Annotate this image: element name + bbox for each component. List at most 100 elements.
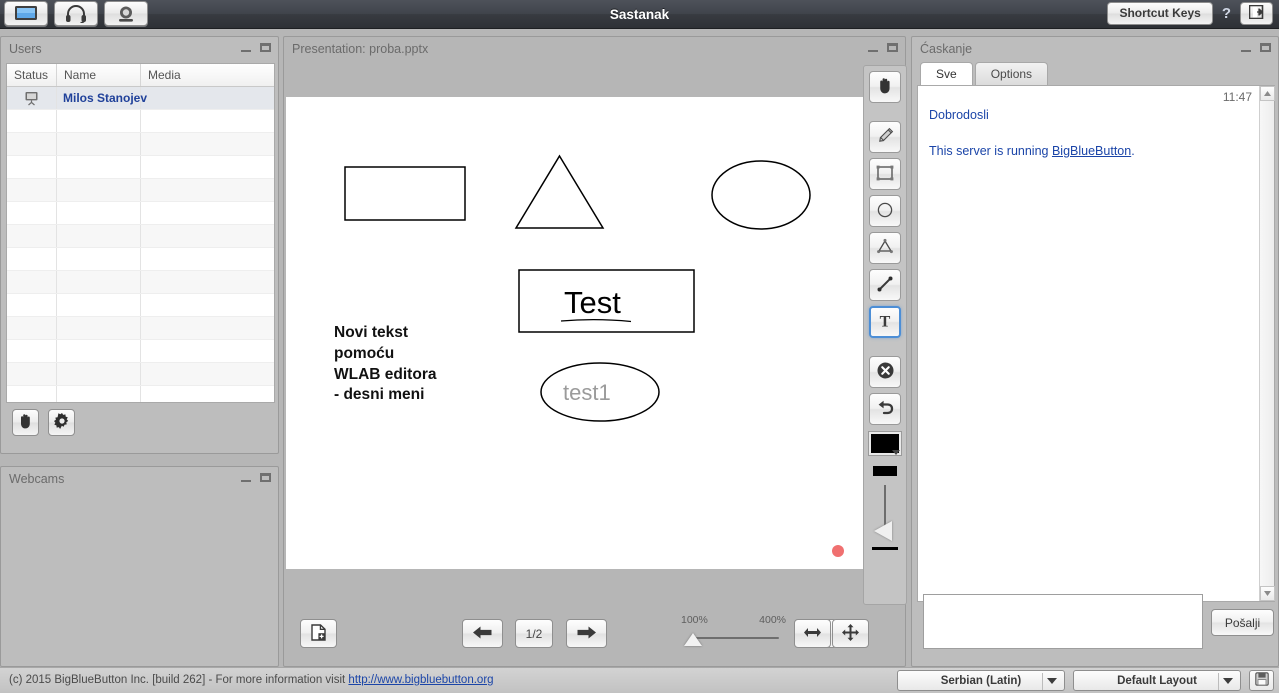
undo-tool[interactable] — [869, 393, 901, 425]
audio-button[interactable] — [54, 1, 98, 26]
whiteboard-toolbar: T — [863, 65, 907, 605]
presentation-panel-header: Presentation: proba.pptx — [284, 37, 905, 62]
presentation-title: Presentation: proba.pptx — [292, 42, 429, 56]
cell-media — [141, 317, 274, 339]
save-layout-button[interactable] — [1249, 670, 1274, 691]
svg-text:T: T — [880, 313, 891, 330]
save-layout-icon — [1254, 672, 1269, 689]
table-row[interactable] — [7, 202, 274, 225]
webcam-button[interactable] — [104, 1, 148, 26]
hand-icon — [877, 77, 893, 97]
table-row[interactable] — [7, 179, 274, 202]
shortcut-keys-button[interactable]: Shortcut Keys — [1107, 2, 1213, 25]
table-row[interactable] — [7, 340, 274, 363]
table-row[interactable] — [7, 156, 274, 179]
logout-button[interactable] — [1240, 2, 1273, 25]
gear-icon — [53, 413, 70, 432]
scroll-up-icon[interactable] — [1260, 86, 1275, 101]
line-tool[interactable] — [869, 269, 901, 301]
wb-triangle — [514, 154, 605, 229]
maximize-icon[interactable] — [260, 43, 271, 52]
chat-input[interactable] — [923, 594, 1203, 649]
raise-hand-button[interactable] — [12, 409, 39, 436]
scroll-down-icon[interactable] — [1260, 586, 1275, 601]
column-header-status: Status — [7, 64, 57, 86]
cell-status — [7, 133, 57, 155]
help-icon[interactable]: ? — [1222, 5, 1231, 22]
cell-name — [57, 179, 141, 201]
chat-message-list[interactable]: 11:47 Dobrodosli This server is running … — [917, 85, 1275, 602]
triangle-tool[interactable] — [869, 232, 901, 264]
cell-name — [57, 386, 141, 402]
tab-options[interactable]: Options — [974, 62, 1049, 85]
color-picker[interactable] — [868, 431, 902, 456]
table-row[interactable]: Milos Stanojev — [7, 87, 274, 110]
ellipse-tool[interactable] — [869, 195, 901, 227]
table-row[interactable] — [7, 294, 274, 317]
pencil-tool[interactable] — [869, 121, 901, 153]
zoom-slider[interactable] — [681, 633, 786, 646]
previous-slide-button[interactable] — [462, 619, 503, 648]
layout-select[interactable]: Default Layout — [1073, 670, 1241, 691]
arrow-left-icon — [472, 625, 493, 643]
thickness-slider[interactable] — [870, 485, 900, 541]
divider — [1042, 673, 1043, 690]
table-row[interactable] — [7, 110, 274, 133]
wb-text-test: Test — [564, 285, 621, 320]
text-tool[interactable]: T — [869, 306, 901, 338]
maximize-icon[interactable] — [887, 43, 898, 52]
upload-presentation-button[interactable] — [300, 619, 337, 648]
table-row[interactable] — [7, 225, 274, 248]
cell-name: Milos Stanojev — [57, 87, 147, 109]
chat-scrollbar[interactable] — [1259, 86, 1275, 601]
clear-tool[interactable] — [869, 356, 901, 388]
chat-tabs: Sve Options — [920, 62, 1050, 85]
next-slide-button[interactable] — [566, 619, 607, 648]
clear-x-icon — [876, 361, 895, 383]
ellipse-icon — [876, 201, 894, 222]
logout-icon — [1248, 4, 1264, 22]
screenshare-button[interactable] — [4, 1, 48, 26]
cell-name — [57, 340, 141, 362]
tab-sve[interactable]: Sve — [920, 62, 973, 85]
fit-page-button[interactable] — [832, 619, 869, 648]
pan-tool[interactable] — [869, 71, 901, 103]
chat-panel-title: Ćaskanje — [920, 42, 973, 56]
bigbluebutton-link[interactable]: BigBlueButton — [1052, 144, 1131, 158]
table-row[interactable] — [7, 363, 274, 386]
cell-name — [57, 294, 141, 316]
table-row[interactable] — [7, 317, 274, 340]
table-row[interactable] — [7, 248, 274, 271]
cell-media — [141, 248, 274, 270]
webcam-icon — [115, 5, 137, 23]
language-select[interactable]: Serbian (Latin) — [897, 670, 1065, 691]
bigbluebutton-website-link[interactable]: http://www.bigbluebutton.org — [348, 674, 493, 686]
chat-timestamp: 11:47 — [1222, 90, 1252, 104]
cell-name — [57, 133, 141, 155]
fit-width-button[interactable] — [794, 619, 831, 648]
table-row[interactable] — [7, 133, 274, 156]
cell-name — [57, 363, 141, 385]
table-row[interactable] — [7, 386, 274, 402]
chat-panel-header: Ćaskanje — [912, 37, 1278, 62]
zoom-slider-thumb[interactable] — [684, 633, 702, 646]
page-indicator[interactable]: 1/2 — [515, 619, 553, 648]
minimize-icon[interactable] — [241, 474, 251, 482]
rectangle-tool[interactable] — [869, 158, 901, 190]
minimize-icon[interactable] — [1241, 44, 1251, 52]
maximize-icon[interactable] — [1260, 43, 1271, 52]
webcams-window-controls — [241, 473, 271, 482]
users-panel-header: Users — [1, 37, 278, 62]
settings-button[interactable] — [48, 409, 75, 436]
table-row[interactable] — [7, 271, 274, 294]
minimize-icon[interactable] — [241, 44, 251, 52]
whiteboard-slide[interactable]: Novi tekst pomoću WLAB editora - desni m… — [286, 97, 866, 569]
thickness-knob[interactable] — [874, 521, 892, 541]
users-table-header: Status Name Media — [7, 64, 274, 87]
minimize-icon[interactable] — [868, 44, 878, 52]
wb-ellipse — [711, 160, 811, 230]
status-bar-controls: Serbian (Latin) Default Layout — [897, 670, 1274, 691]
send-message-button[interactable]: Pošalji — [1211, 609, 1274, 636]
chevron-down-icon — [1223, 677, 1233, 684]
maximize-icon[interactable] — [260, 473, 271, 482]
